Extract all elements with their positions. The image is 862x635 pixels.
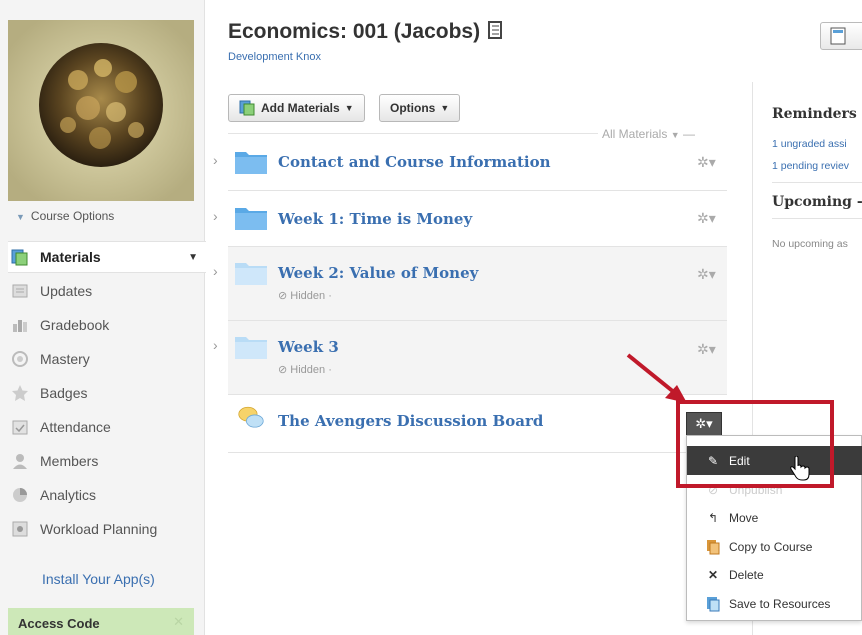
page-title: Economics: 001 (Jacobs) (228, 20, 503, 44)
updates-icon (10, 281, 30, 301)
workload-icon (10, 519, 30, 539)
material-title[interactable]: Contact and Course Information (278, 153, 551, 171)
menu-item-move[interactable]: ↰ Move (687, 503, 862, 532)
material-row[interactable]: › Week 2: Value of Money ⊘ Hidden · ✲▾ (213, 247, 727, 321)
course-image (8, 20, 194, 201)
add-materials-icon (239, 100, 255, 116)
hidden-status: ⊘ Hidden · (278, 364, 332, 376)
analytics-icon (10, 485, 30, 505)
folder-icon (235, 337, 267, 359)
chevron-down-icon: ▼ (440, 103, 450, 113)
folder-icon (235, 263, 267, 285)
material-row[interactable]: › Week 1: Time is Money ✲▾ (213, 191, 727, 247)
menu-item-delete[interactable]: ✕ Delete (687, 560, 862, 589)
upcoming-title: Upcoming - (772, 194, 862, 210)
hidden-status: ⊘ Hidden · (278, 290, 332, 302)
folder-icon (235, 208, 267, 230)
badges-icon (10, 383, 30, 403)
members-icon (10, 451, 30, 471)
gradebook-icon (10, 315, 30, 335)
sidebar-item-workload-planning[interactable]: Workload Planning (10, 513, 205, 545)
reminder-link[interactable]: 1 ungraded assi (772, 138, 847, 150)
sidebar-item-mastery[interactable]: Mastery (10, 343, 205, 375)
folder-icon (235, 152, 267, 174)
hand-cursor-icon (790, 456, 810, 481)
chevron-right-icon[interactable]: › (213, 337, 218, 353)
material-title[interactable]: Week 3 (278, 338, 339, 356)
left-sidebar: ▼ Course Options Materials ▼ Updates Grad… (0, 0, 206, 635)
course-menu-button[interactable] (820, 22, 862, 50)
chevron-down-icon: ▼ (344, 103, 354, 113)
sidebar-item-analytics[interactable]: Analytics (10, 479, 205, 511)
course-options-link[interactable]: ▼ Course Options (16, 209, 114, 223)
copy-icon (705, 539, 721, 555)
menu-item-save-to-resources[interactable]: Save to Resources (687, 589, 862, 618)
add-materials-button[interactable]: Add Materials ▼ (228, 94, 365, 122)
install-app-link[interactable]: Install Your App(s) (42, 571, 155, 587)
notebook-icon[interactable] (488, 21, 503, 39)
chevron-right-icon[interactable]: › (213, 152, 218, 168)
gear-icon[interactable]: ✲▾ (697, 341, 716, 358)
sidebar-item-attendance[interactable]: Attendance (10, 411, 205, 443)
sidebar-item-gradebook[interactable]: Gradebook (10, 309, 205, 341)
close-icon[interactable]: ✕ (173, 614, 184, 630)
chevron-down-icon: ▼ (16, 212, 25, 222)
divider (772, 182, 862, 183)
sidebar-item-updates[interactable]: Updates (10, 275, 205, 307)
menu-item-copy-to-course[interactable]: Copy to Course (687, 532, 862, 561)
delete-icon: ✕ (707, 567, 719, 582)
course-section-subtitle[interactable]: Development Knox (228, 51, 321, 63)
chevron-right-icon[interactable]: › (213, 263, 218, 279)
upcoming-empty-text: No upcoming as (772, 238, 848, 250)
options-button[interactable]: Options ▼ (379, 94, 461, 122)
attendance-icon (10, 417, 30, 437)
reminder-link[interactable]: 1 pending reviev (772, 160, 849, 172)
sidebar-item-members[interactable]: Members (10, 445, 205, 477)
gear-icon[interactable]: ✲▾ (697, 266, 716, 283)
move-icon: ↰ (707, 510, 719, 525)
save-resources-icon (705, 596, 721, 612)
mastery-icon (10, 349, 30, 369)
sidebar-item-badges[interactable]: Badges (10, 377, 205, 409)
materials-icon (10, 247, 30, 267)
sidebar-item-materials[interactable]: Materials ▼ (8, 241, 206, 273)
material-title[interactable]: Week 1: Time is Money (278, 210, 472, 228)
material-row[interactable]: › Contact and Course Information ✲▾ (213, 134, 727, 191)
chevron-right-icon[interactable]: › (213, 208, 218, 224)
access-code-panel: Access Code ✕ (8, 608, 194, 635)
divider (772, 218, 862, 219)
material-title[interactable]: Week 2: Value of Money (278, 264, 478, 282)
reminders-title: Reminders (772, 106, 857, 122)
chevron-down-icon[interactable]: ▼ (188, 252, 198, 263)
material-title[interactable]: The Avengers Discussion Board (278, 412, 543, 430)
gear-icon[interactable]: ✲▾ (697, 154, 716, 171)
discussion-icon (238, 406, 264, 428)
gear-icon[interactable]: ✲▾ (697, 210, 716, 227)
